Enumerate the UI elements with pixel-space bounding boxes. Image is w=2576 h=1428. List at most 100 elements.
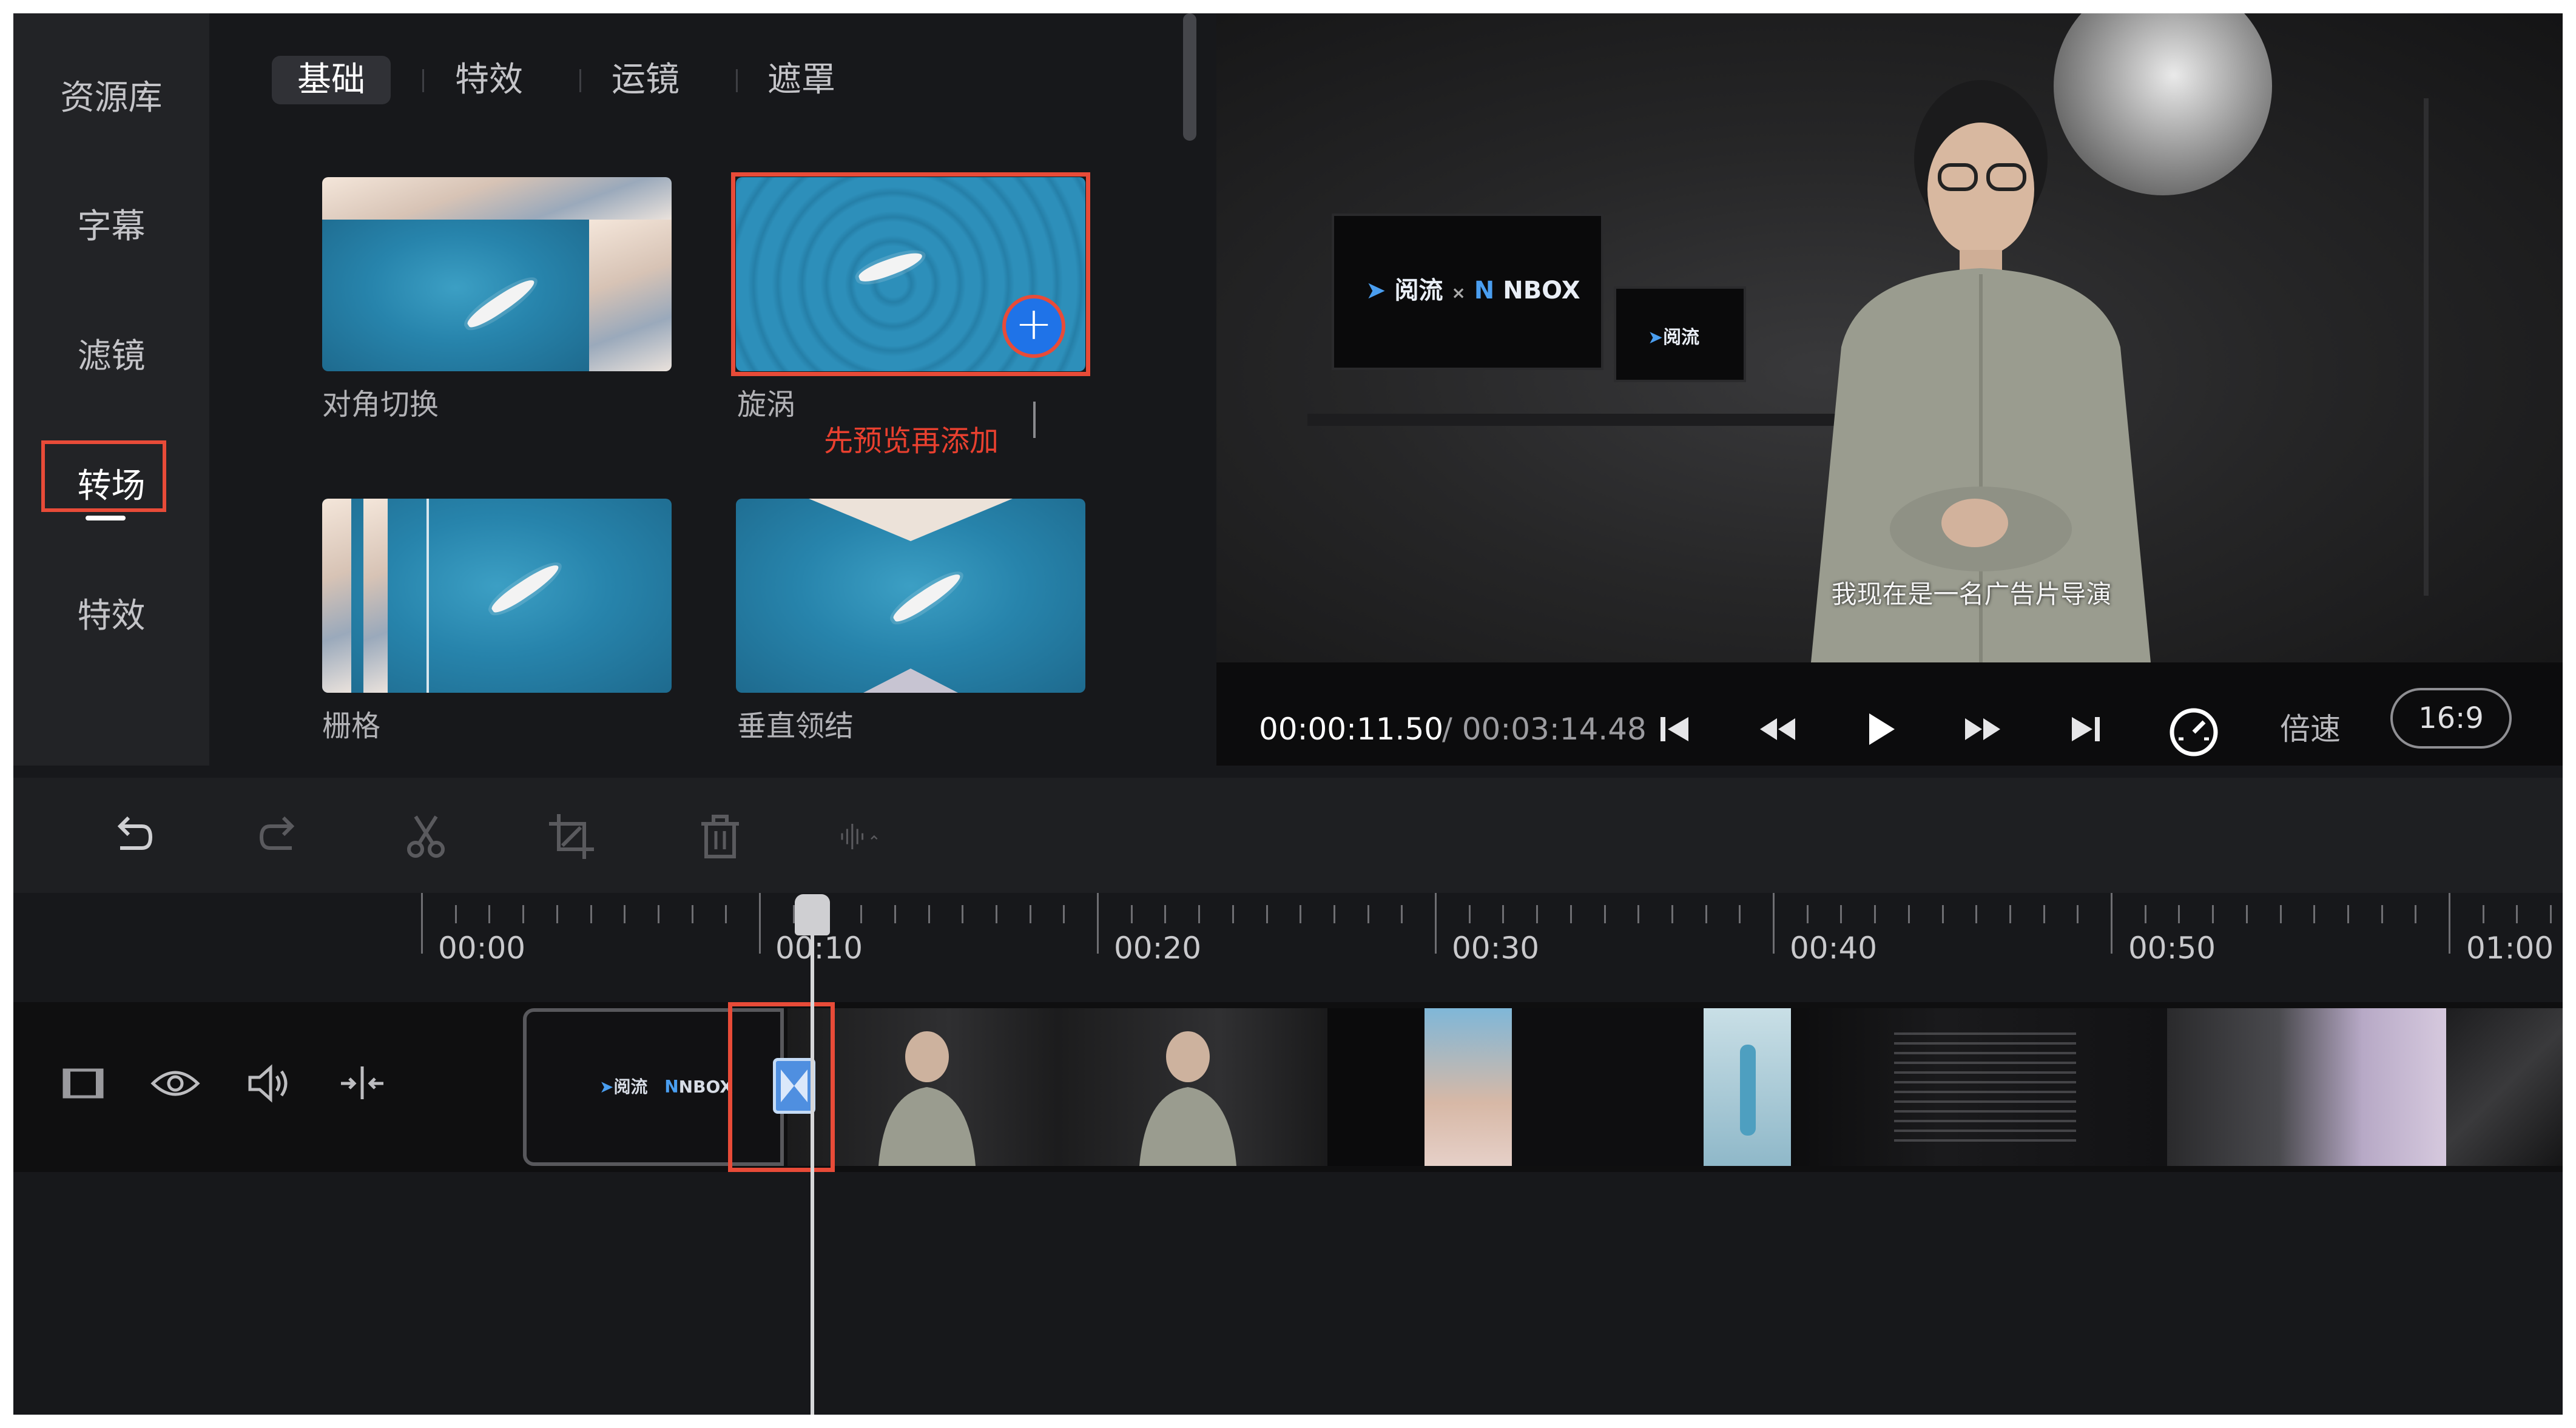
split-icon[interactable] (335, 1056, 389, 1110)
playhead-handle[interactable] (795, 894, 830, 935)
speed-button[interactable]: 倍速 (2280, 699, 2341, 759)
crop-icon[interactable] (544, 809, 599, 864)
ruler-tick (1975, 905, 1978, 923)
ruler-tick (2482, 905, 2484, 923)
clip-text-screen[interactable] (1791, 1008, 2167, 1166)
ruler-tick (1502, 905, 1505, 923)
playhead[interactable] (811, 905, 814, 1415)
ruler-tick (1266, 905, 1268, 923)
clip-portrait[interactable] (1425, 1008, 1512, 1166)
ruler-tick (1671, 905, 1673, 923)
film-icon[interactable] (56, 1056, 110, 1110)
ruler-tick (1705, 905, 1707, 923)
undo-icon[interactable] (104, 809, 159, 864)
transition-panel: 基础 特效 运镜 遮罩 对角切换 + 旋涡 先预览再添加 栅格 垂直领结 (209, 13, 1204, 766)
redo-icon[interactable] (253, 809, 308, 864)
speed-gauge-icon[interactable] (2166, 704, 2221, 758)
ruler-tick (2313, 905, 2316, 923)
total-time: / 00:03:14.48 (1442, 712, 1647, 747)
clip-presenter[interactable] (787, 1008, 1327, 1166)
background-monitor: ➤ 阅流 × Ν NBOX (1332, 214, 1603, 370)
fast-forward-icon[interactable] (1961, 711, 2004, 747)
transition-thumb-diagonal[interactable] (322, 177, 672, 371)
eye-icon[interactable] (148, 1056, 203, 1110)
category-sidebar: 资源库 字幕 滤镜 转场 特效 (13, 13, 209, 766)
transition-label-vortex: 旋涡 (737, 388, 796, 422)
light-stand (2424, 98, 2429, 596)
sidebar-item-filters[interactable]: 滤镜 (13, 332, 209, 381)
ruler-major-tick (421, 893, 423, 954)
ruler-tick (962, 905, 964, 923)
tab-divider (422, 69, 424, 92)
sidebar-item-effects[interactable]: 特效 (13, 592, 209, 641)
video-frame[interactable]: ➤ 阅流 × Ν NBOX ➤阅流 我现在是一名广告片导演 (1216, 13, 2563, 662)
ruler-tick (2279, 905, 2282, 923)
ruler-major-tick (1097, 893, 1099, 954)
clip-logo: 阅流 (613, 1077, 648, 1097)
transition-thumb-grid[interactable] (322, 499, 672, 693)
transition-thumb-bowtie[interactable] (736, 499, 1085, 693)
clip-studio[interactable] (2167, 1008, 2446, 1166)
ruler-tick (2550, 905, 2552, 923)
skip-end-icon[interactable] (2065, 711, 2107, 747)
aspect-ratio-button[interactable]: 16:9 (2390, 688, 2512, 749)
sidebar-item-subtitles[interactable]: 字幕 (13, 203, 209, 251)
ruler-major-tick (1773, 893, 1775, 954)
ruler-tick (1130, 905, 1133, 923)
video-track: ➤阅流 ΝNBOX (13, 1002, 2563, 1172)
ruler-tick (2212, 905, 2214, 923)
ruler-tick (2381, 905, 2383, 923)
time-label: 00:50 (2128, 931, 2216, 966)
ruler-tick (2347, 905, 2349, 923)
trash-icon[interactable] (693, 809, 747, 864)
ruler-tick (657, 905, 659, 923)
time-label: 00:30 (1452, 931, 1540, 966)
audio-split-icon[interactable] (838, 809, 929, 864)
time-label: 01:00 (2466, 931, 2554, 966)
ruler-tick (928, 905, 930, 923)
sidebar-item-library[interactable]: 资源库 (13, 74, 209, 123)
clip-product[interactable] (1704, 1008, 1791, 1166)
ruler-tick (1603, 905, 1606, 923)
presenter (1811, 80, 2151, 662)
ruler-tick (894, 905, 896, 923)
rewind-icon[interactable] (1756, 711, 1799, 747)
ruler-tick (454, 905, 457, 923)
tab-divider (736, 69, 738, 92)
tab-masks[interactable]: 遮罩 (767, 56, 835, 104)
tab-basic[interactable]: 基础 (272, 56, 391, 104)
tab-divider (579, 69, 581, 92)
scissors-icon[interactable] (399, 809, 453, 864)
timeline-ruler[interactable]: 00:00 00:10 00:20 00:30 00:40 00:50 01:0… (13, 893, 2563, 1002)
clip-partner-logo: NBOX (678, 1077, 733, 1097)
clip-dark[interactable] (1327, 1008, 1425, 1166)
clip-end[interactable] (2446, 1008, 2563, 1166)
ruler-tick (1367, 905, 1369, 923)
speaker-icon[interactable] (241, 1056, 296, 1110)
add-transition-button[interactable]: + (1002, 295, 1065, 358)
logo-separator: × (1451, 283, 1466, 303)
ruler-tick (1198, 905, 1201, 923)
active-indicator (86, 516, 126, 520)
clip-dark[interactable] (1512, 1008, 1704, 1166)
ruler-tick (2245, 905, 2248, 923)
play-icon[interactable] (1858, 711, 1901, 747)
ruler-tick (691, 905, 693, 923)
ruler-tick (1029, 905, 1031, 923)
ruler-major-tick (759, 893, 761, 954)
panel-scrollbar[interactable] (1183, 13, 1196, 141)
transition-highlight (728, 1002, 835, 1172)
ruler-tick (2415, 905, 2417, 923)
ruler-tick (1739, 905, 1741, 923)
tab-effects[interactable]: 特效 (455, 56, 523, 104)
ruler-tick (2516, 905, 2518, 923)
video-subtitle: 我现在是一名广告片导演 (1831, 579, 2112, 609)
ruler-tick (725, 905, 727, 923)
ruler-tick (2178, 905, 2180, 923)
skip-start-icon[interactable] (1653, 711, 1696, 747)
ruler-tick (1907, 905, 1910, 923)
ruler-tick (1536, 905, 1539, 923)
ruler-tick (624, 905, 626, 923)
ruler-major-tick (1435, 893, 1437, 954)
tab-camera-moves[interactable]: 运镜 (612, 56, 679, 104)
